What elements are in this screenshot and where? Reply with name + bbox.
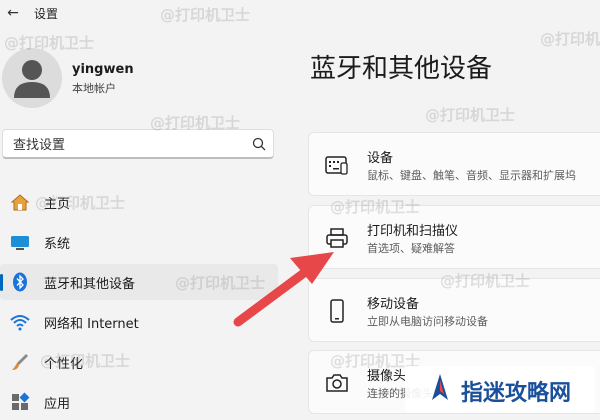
sidebar-item-apps[interactable]: 应用 <box>0 384 278 420</box>
logo-text: 指迷攻略网 <box>461 380 572 406</box>
card-subtitle: 鼠标、键盘、触笔、音频、显示器和扩展坞 <box>367 169 576 182</box>
camera-icon <box>326 374 348 392</box>
card-devices[interactable]: 设备 鼠标、键盘、触笔、音频、显示器和扩展坞 <box>308 132 600 196</box>
card-title: 打印机和扫描仪 <box>367 224 459 239</box>
card-mobile-devices[interactable]: 移动设备 立即从电脑访问移动设备 <box>308 278 600 342</box>
printer-icon <box>326 228 348 248</box>
search-input[interactable] <box>11 135 245 155</box>
back-arrow-icon[interactable]: ← <box>4 4 22 22</box>
title-bar: ← 设置 <box>0 0 600 26</box>
watermark: @打印机卫士 <box>425 106 516 124</box>
watermark: @打印机卫士 <box>540 30 600 48</box>
card-title: 设备 <box>367 151 394 166</box>
active-indicator <box>0 274 3 291</box>
sidebar-item-home[interactable]: 主页 <box>0 184 278 220</box>
keyboard-device-icon <box>325 156 348 175</box>
wifi-icon <box>10 315 30 331</box>
apps-icon <box>12 392 30 410</box>
sidebar-item-system[interactable]: 系统 <box>0 224 278 260</box>
sidebar-item-label: 网络和 Internet <box>44 317 139 332</box>
phone-icon <box>330 299 344 323</box>
account-type: 本地帐户 <box>72 82 116 95</box>
compass-logo-icon <box>432 374 448 400</box>
card-subtitle: 立即从电脑访问移动设备 <box>367 315 488 328</box>
sidebar-item-network[interactable]: 网络和 Internet <box>0 304 278 340</box>
sidebar-item-bluetooth[interactable]: 蓝牙和其他设备 <box>0 264 278 300</box>
card-title: 移动设备 <box>367 297 420 312</box>
sidebar-item-label: 个性化 <box>44 357 84 372</box>
brush-icon <box>12 354 28 370</box>
sidebar-item-label: 蓝牙和其他设备 <box>44 277 136 292</box>
page-title: 蓝牙和其他设备 <box>310 54 493 84</box>
bluetooth-icon <box>13 272 27 292</box>
sidebar-item-label: 主页 <box>44 197 71 212</box>
user-icon <box>14 60 50 98</box>
monitor-icon <box>11 236 29 250</box>
card-title: 摄像头 <box>367 369 407 384</box>
sidebar-item-personalization[interactable]: 个性化 <box>0 344 278 380</box>
user-profile[interactable]: yingwen 本地帐户 <box>0 40 280 110</box>
search-box[interactable] <box>2 129 274 159</box>
card-subtitle: 首选项、疑难解答 <box>367 242 455 255</box>
app-title: 设置 <box>34 7 59 21</box>
sidebar-item-label: 应用 <box>44 397 71 412</box>
avatar <box>2 48 62 108</box>
search-icon[interactable] <box>251 136 267 152</box>
card-printers-scanners[interactable]: 打印机和扫描仪 首选项、疑难解答 <box>308 205 600 269</box>
home-icon <box>10 194 30 211</box>
user-name: yingwen <box>72 62 134 77</box>
site-logo: 指迷攻略网 <box>405 366 595 412</box>
sidebar-item-label: 系统 <box>44 237 71 252</box>
